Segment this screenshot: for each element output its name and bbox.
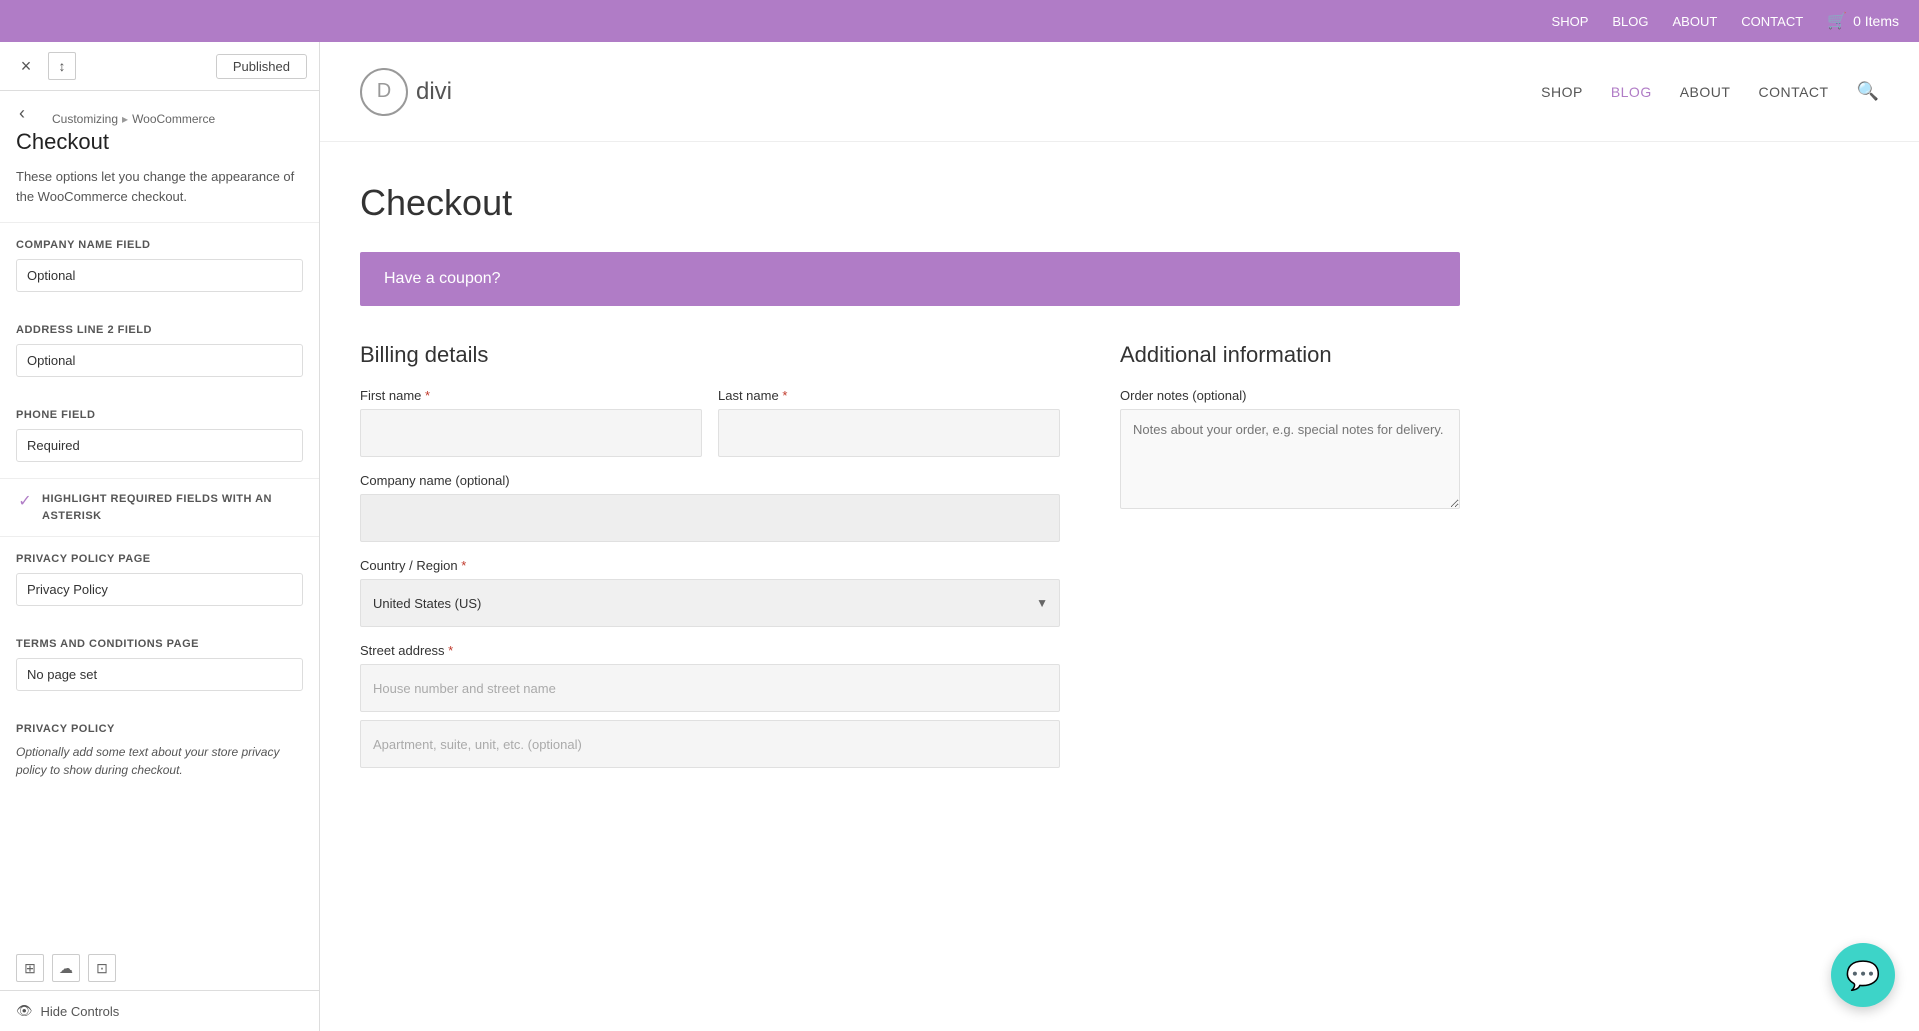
- additional-title: Additional information: [1120, 342, 1460, 368]
- last-name-required: *: [782, 388, 787, 403]
- topbar-blog-link[interactable]: BLOG: [1612, 14, 1648, 29]
- last-name-input[interactable]: [718, 409, 1060, 457]
- breadcrumb-separator: ▸: [122, 112, 128, 126]
- first-name-group: First name *: [360, 388, 702, 457]
- first-name-required: *: [425, 388, 430, 403]
- country-select[interactable]: United States (US): [360, 579, 1060, 627]
- breadcrumb-child: WooCommerce: [132, 112, 215, 126]
- published-button[interactable]: Published: [216, 54, 307, 79]
- name-row: First name * Last name *: [360, 388, 1060, 457]
- topbar-contact-link[interactable]: CONTACT: [1741, 14, 1803, 29]
- phone-field-label: PHONE FIELD: [16, 409, 303, 421]
- first-name-label: First name *: [360, 388, 702, 403]
- company-field-section: COMPANY NAME FIELD: [0, 223, 319, 308]
- site-logo: D divi: [360, 68, 452, 116]
- additional-section: Additional information Order notes (opti…: [1120, 342, 1460, 768]
- privacy-policy-description: Optionally add some text about your stor…: [0, 743, 319, 795]
- first-name-input[interactable]: [360, 409, 702, 457]
- privacy-policy-input[interactable]: [16, 573, 303, 606]
- order-notes-label: Order notes (optional): [1120, 388, 1460, 403]
- checkbox-checked-icon: ✓: [16, 492, 34, 510]
- logo-circle: D: [360, 68, 408, 116]
- company-input[interactable]: [360, 494, 1060, 542]
- phone-field-input[interactable]: [16, 429, 303, 462]
- back-button[interactable]: ‹: [8, 99, 36, 127]
- close-button[interactable]: ×: [12, 52, 40, 80]
- sort-button[interactable]: ↕: [48, 52, 76, 80]
- privacy-policy-section: PRIVACY POLICY PAGE: [0, 537, 319, 622]
- logo-text: divi: [416, 78, 452, 106]
- order-notes-group: Order notes (optional): [1120, 388, 1460, 509]
- country-required: *: [461, 558, 466, 573]
- company-group: Company name (optional): [360, 473, 1060, 542]
- nav-contact[interactable]: CONTACT: [1758, 84, 1828, 100]
- terms-section: TERMS AND CONDITIONS PAGE: [0, 622, 319, 707]
- eye-icon: 👁: [16, 1003, 33, 1019]
- billing-title: Billing details: [360, 342, 1060, 368]
- topbar-about-link[interactable]: ABOUT: [1673, 14, 1718, 29]
- company-field-label: COMPANY NAME FIELD: [16, 239, 303, 251]
- nav-blog[interactable]: BLOG: [1611, 84, 1652, 100]
- privacy-policy-text-label: PRIVACY POLICY: [16, 723, 303, 735]
- street-group: Street address * House number and street…: [360, 643, 1060, 712]
- hide-controls-label: Hide Controls: [41, 1004, 120, 1019]
- nav-about[interactable]: ABOUT: [1680, 84, 1731, 100]
- terms-label: TERMS AND CONDITIONS PAGE: [16, 638, 303, 650]
- street-required: *: [448, 643, 453, 658]
- privacy-policy-text-section: PRIVACY POLICY: [0, 707, 319, 743]
- checkout-title: Checkout: [360, 182, 1460, 224]
- last-name-label: Last name *: [718, 388, 1060, 403]
- breadcrumb: Customizing ▸ WooCommerce: [36, 100, 231, 126]
- country-label: Country / Region *: [360, 558, 1060, 573]
- terms-input[interactable]: [16, 658, 303, 691]
- address2-field-input[interactable]: [16, 344, 303, 377]
- checkout-content: Checkout Have a coupon? Billing details …: [320, 142, 1500, 808]
- checkbox-label: HIGHLIGHT REQUIRED FIELDS WITH AN ASTERI…: [42, 491, 303, 524]
- nav-shop[interactable]: SHOP: [1541, 84, 1583, 100]
- last-name-group: Last name *: [718, 388, 1060, 457]
- highlight-required-row: ✓ HIGHLIGHT REQUIRED FIELDS WITH AN ASTE…: [0, 478, 319, 537]
- chat-bubble-icon: 💬: [1846, 959, 1881, 992]
- sidebar-description: These options let you change the appeara…: [0, 167, 319, 223]
- street-input[interactable]: House number and street name: [360, 664, 1060, 712]
- preview-nav: D divi SHOP BLOG ABOUT CONTACT 🔍: [320, 42, 1919, 142]
- address2-field-label: ADDRESS LINE 2 FIELD: [16, 324, 303, 336]
- topbar-shop-link[interactable]: SHOP: [1552, 14, 1589, 29]
- country-group: Country / Region * United States (US) ▼: [360, 558, 1060, 627]
- address2-field-section: ADDRESS LINE 2 FIELD: [0, 308, 319, 393]
- customizer-sidebar: × ↕ Published ‹ Customizing ▸ WooCommerc…: [0, 42, 320, 1031]
- search-icon[interactable]: 🔍: [1857, 81, 1879, 102]
- company-field-input[interactable]: [16, 259, 303, 292]
- sidebar-icon-btn-3[interactable]: ⊡: [88, 954, 116, 982]
- logo-letter: D: [377, 80, 391, 103]
- preview-area: D divi SHOP BLOG ABOUT CONTACT 🔍 Checkou…: [320, 42, 1919, 1031]
- apt-group: Apartment, suite, unit, etc. (optional): [360, 720, 1060, 768]
- street-label: Street address *: [360, 643, 1060, 658]
- admin-topbar: SHOP BLOG ABOUT CONTACT 🛒 0 Items: [0, 0, 1919, 42]
- company-label: Company name (optional): [360, 473, 1060, 488]
- order-notes-textarea[interactable]: [1120, 409, 1460, 509]
- billing-section: Billing details First name * Last name: [360, 342, 1060, 768]
- chat-widget[interactable]: 💬: [1831, 943, 1895, 1007]
- apt-input[interactable]: Apartment, suite, unit, etc. (optional): [360, 720, 1060, 768]
- coupon-bar[interactable]: Have a coupon?: [360, 252, 1460, 306]
- country-select-wrapper: United States (US) ▼: [360, 579, 1060, 627]
- sidebar-header: × ↕ Published: [0, 42, 319, 91]
- sidebar-icon-btn-2[interactable]: ☁: [52, 954, 80, 982]
- phone-field-section: PHONE FIELD: [0, 393, 319, 478]
- topbar-nav: SHOP BLOG ABOUT CONTACT 🛒 0 Items: [1552, 11, 1899, 31]
- cart-icon: 🛒: [1827, 11, 1847, 31]
- privacy-policy-label: PRIVACY POLICY PAGE: [16, 553, 303, 565]
- sidebar-icon-btn-1[interactable]: ⊞: [16, 954, 44, 982]
- preview-nav-links: SHOP BLOG ABOUT CONTACT 🔍: [1541, 81, 1879, 102]
- hide-controls-bar[interactable]: 👁 Hide Controls: [0, 990, 319, 1031]
- breadcrumb-parent: Customizing: [52, 112, 118, 126]
- sidebar-title: Checkout: [0, 127, 319, 167]
- checkout-columns: Billing details First name * Last name: [360, 342, 1460, 768]
- cart-count: 0 Items: [1853, 13, 1899, 29]
- topbar-cart[interactable]: 🛒 0 Items: [1827, 11, 1899, 31]
